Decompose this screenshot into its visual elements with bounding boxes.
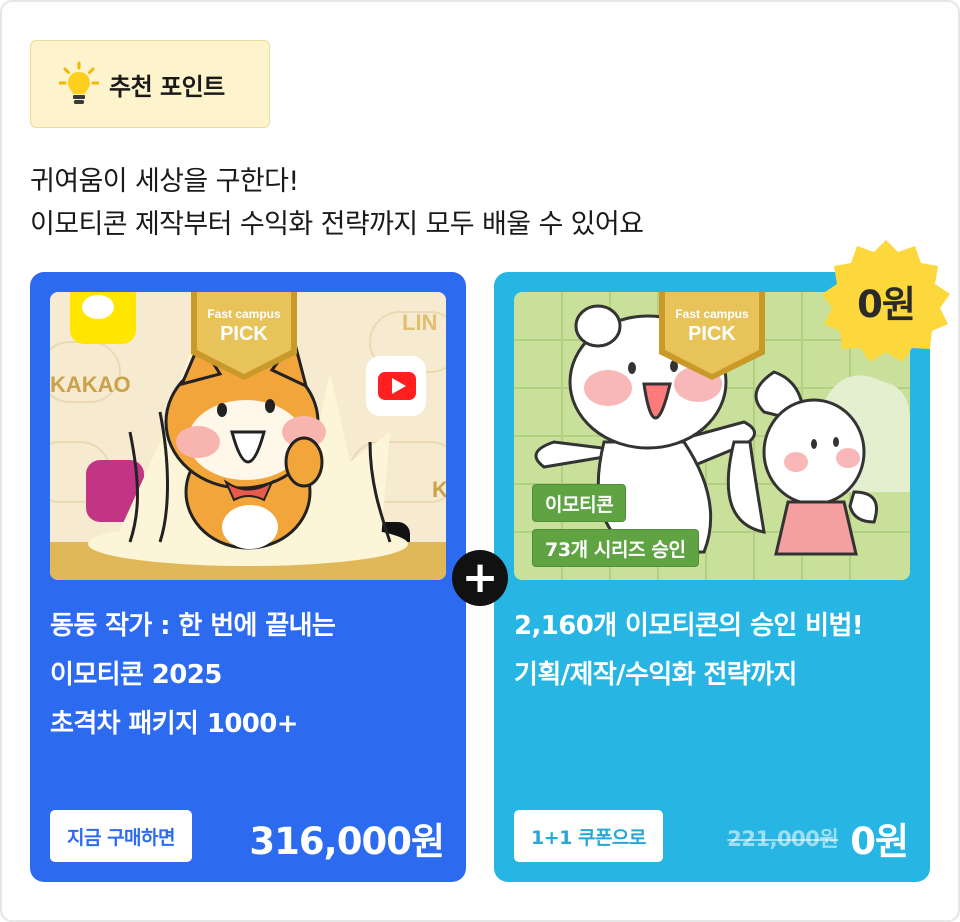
- intro-line-2: 이모티콘 제작부터 수익화 전략까지 모두 배울 수 있어요: [30, 209, 644, 240]
- course-price: 316,000원: [249, 820, 445, 863]
- k-bg-text: K: [432, 477, 446, 502]
- tag-emoticon: 이모티콘: [532, 484, 627, 522]
- course-title-line-1: 동동 작가 : 한 번에 끝내는: [50, 611, 336, 641]
- plus-icon: +: [452, 550, 508, 606]
- pick-label: PICK: [220, 323, 268, 345]
- course-title: 2,160개 이모티콘의 승인 비법! 기획/제작/수익화 전략까지: [514, 602, 916, 700]
- lightbulb-icon: [59, 61, 99, 104]
- pick-brand: Fast campus: [207, 307, 281, 321]
- course-title-line-2: 기획/제작/수익화 전략까지: [514, 660, 797, 690]
- coupon-button[interactable]: 1+1 쿠폰으로: [514, 810, 663, 862]
- course-price: 0원: [850, 820, 909, 863]
- course-title-line-2: 이모티콘 2025: [50, 660, 222, 690]
- course-title: 동동 작가 : 한 번에 끝내는 이모티콘 2025 초격차 패키지 1000+: [50, 602, 452, 749]
- course-title-line-1: 2,160개 이모티콘의 승인 비법!: [514, 611, 864, 641]
- pick-label: PICK: [688, 323, 736, 345]
- price-block: 221,000원 0원: [727, 812, 909, 864]
- fastcampus-pick-ribbon: Fast campus PICK: [659, 292, 765, 380]
- intro-text: 귀여움이 세상을 구한다! 이모티콘 제작부터 수익화 전략까지 모두 배울 수…: [30, 160, 644, 246]
- kakao-bg-text: KAKAO: [50, 372, 131, 397]
- course-title-line-3: 초격차 패키지 1000+: [50, 709, 299, 739]
- buy-now-button[interactable]: 지금 구매하면: [50, 810, 192, 862]
- price-block: 316,000원: [249, 812, 445, 864]
- pick-brand: Fast campus: [675, 307, 749, 321]
- free-price-badge: 0원: [820, 238, 952, 364]
- course-card-dongdong[interactable]: KAKAO LIN K Fast campus PICK 동동 작가: 한 번…: [30, 272, 466, 882]
- recommend-point-badge: 추천 포인트: [30, 40, 270, 128]
- fastcampus-pick-ribbon: Fast campus PICK: [191, 292, 297, 380]
- free-price-text: 0원: [857, 283, 916, 326]
- badge-label: 추천 포인트: [109, 72, 225, 101]
- intro-line-1: 귀여움이 세상을 구한다!: [30, 166, 299, 197]
- line-bg-text: LIN: [402, 310, 437, 335]
- course-thumbnail-shiba: KAKAO LIN K Fast campus PICK: [50, 292, 446, 580]
- tag-series-approved: 73개 시리즈 승인: [532, 529, 699, 567]
- original-price: 221,000원: [727, 827, 839, 851]
